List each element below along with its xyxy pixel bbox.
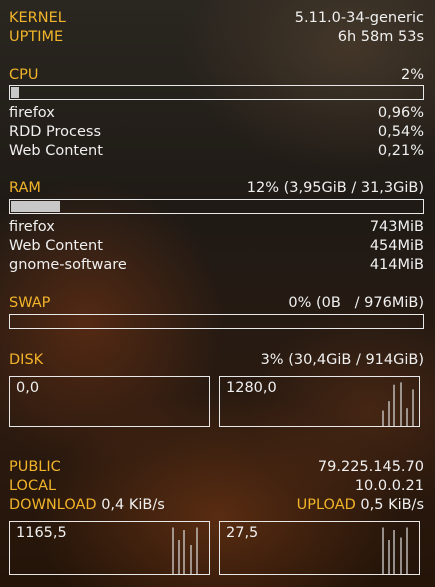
download-label: DOWNLOAD bbox=[9, 497, 97, 513]
swap-summary: 0% (0B / 976MiB) bbox=[288, 295, 424, 311]
cpu-process-name: Web Content bbox=[9, 143, 103, 159]
ram-process-value: 414MiB bbox=[369, 257, 424, 273]
ram-summary: 12% (3,95GiB / 31,3GiB) bbox=[246, 180, 424, 196]
swap-label: SWAP bbox=[9, 295, 51, 311]
cpu-header: CPU 2% bbox=[9, 66, 424, 84]
ram-process-name: firefox bbox=[9, 219, 55, 235]
ram-usage-bar bbox=[9, 199, 424, 214]
cpu-percent: 2% bbox=[400, 67, 424, 83]
ram-process-row: gnome-software 414MiB bbox=[9, 256, 424, 274]
upload-graph: 27,5 bbox=[219, 521, 420, 575]
cpu-process-name: RDD Process bbox=[9, 124, 102, 140]
disk-write-graph: 1280,0 bbox=[219, 376, 420, 427]
ram-process-row: firefox 743MiB bbox=[9, 218, 424, 236]
cpu-process-row: RDD Process 0,54% bbox=[9, 123, 424, 141]
cpu-usage-fill bbox=[11, 87, 19, 98]
cpu-usage-bar bbox=[9, 85, 424, 100]
download-graph-plot bbox=[172, 527, 198, 574]
cpu-process-value: 0,21% bbox=[377, 143, 424, 159]
ram-label: RAM bbox=[9, 180, 41, 196]
public-ip-value: 79.225.145.70 bbox=[317, 459, 424, 475]
local-ip-row: LOCAL 10.0.0.21 bbox=[9, 477, 424, 495]
cpu-process-row: firefox 0,96% bbox=[9, 104, 424, 122]
ram-process-name: gnome-software bbox=[9, 257, 127, 273]
uptime-label: UPTIME bbox=[9, 29, 64, 45]
cpu-process-value: 0,96% bbox=[377, 105, 424, 121]
disk-read-graph-plot bbox=[10, 377, 210, 427]
cpu-process-name: firefox bbox=[9, 105, 55, 121]
upload-value: 0,5 KiB/s bbox=[360, 497, 424, 513]
disk-summary: 3% (30,4GiB / 914GiB) bbox=[260, 352, 424, 368]
upload-info: UPLOAD 0,5 KiB/s bbox=[297, 496, 424, 514]
uptime-value: 6h 58m 53s bbox=[337, 29, 424, 45]
transfer-row: DOWNLOAD 0,4 KiB/s UPLOAD 0,5 KiB/s bbox=[9, 496, 424, 514]
kernel-row: KERNEL 5.11.0-34-generic bbox=[9, 9, 424, 27]
ram-process-value: 743MiB bbox=[369, 219, 424, 235]
kernel-label: KERNEL bbox=[9, 10, 66, 26]
ram-process-row: Web Content 454MiB bbox=[9, 237, 424, 255]
local-ip-label: LOCAL bbox=[9, 478, 57, 494]
download-info: DOWNLOAD 0,4 KiB/s bbox=[9, 496, 165, 514]
ram-process-value: 454MiB bbox=[369, 238, 424, 254]
cpu-label: CPU bbox=[9, 67, 39, 83]
cpu-process-value: 0,54% bbox=[377, 124, 424, 140]
ram-process-name: Web Content bbox=[9, 238, 103, 254]
kernel-value: 5.11.0-34-generic bbox=[294, 10, 424, 26]
local-ip-value: 10.0.0.21 bbox=[354, 478, 424, 494]
ram-usage-fill bbox=[11, 201, 60, 212]
upload-label: UPLOAD bbox=[296, 497, 356, 513]
public-ip-row: PUBLIC 79.225.145.70 bbox=[9, 458, 424, 476]
uptime-row: UPTIME 6h 58m 53s bbox=[9, 28, 424, 46]
download-value: 0,4 KiB/s bbox=[101, 497, 165, 513]
disk-read-graph: 0,0 bbox=[9, 376, 210, 427]
disk-write-graph-plot bbox=[382, 382, 414, 426]
swap-usage-bar bbox=[9, 314, 424, 329]
disk-label: DISK bbox=[9, 352, 44, 368]
upload-graph-plot bbox=[382, 527, 408, 574]
cpu-process-row: Web Content 0,21% bbox=[9, 142, 424, 160]
download-graph: 1165,5 bbox=[9, 521, 210, 575]
ram-header: RAM 12% (3,95GiB / 31,3GiB) bbox=[9, 179, 424, 197]
disk-header: DISK 3% (30,4GiB / 914GiB) bbox=[9, 351, 424, 369]
swap-header: SWAP 0% (0B / 976MiB) bbox=[9, 294, 424, 312]
public-ip-label: PUBLIC bbox=[9, 459, 61, 475]
